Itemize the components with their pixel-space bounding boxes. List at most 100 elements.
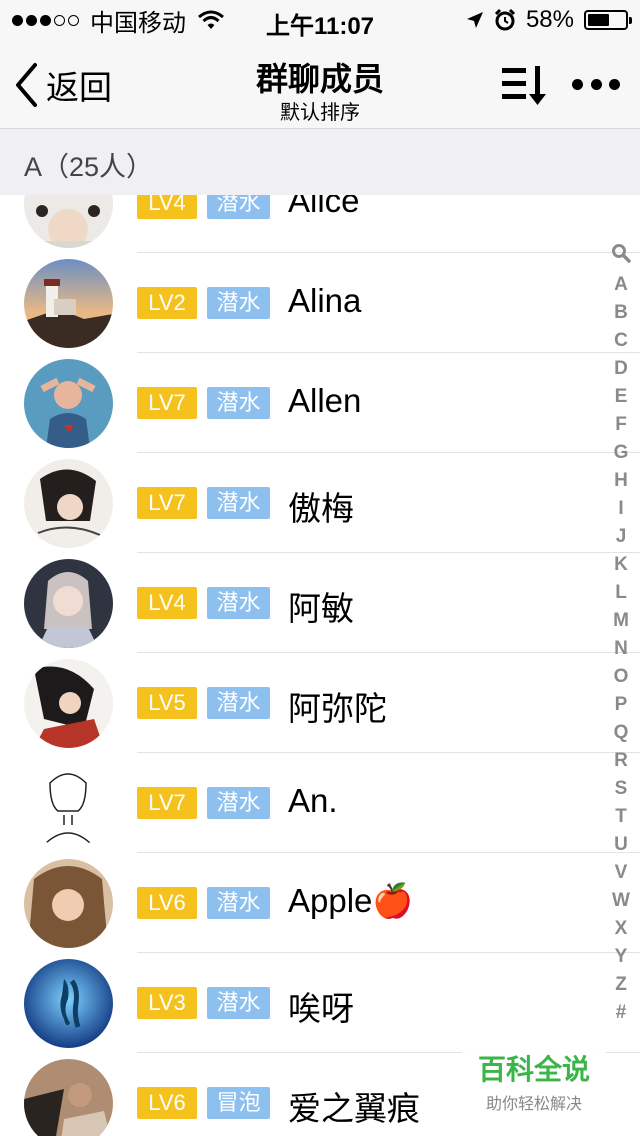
index-letter[interactable]: D [608, 355, 634, 383]
member-row[interactable]: LV4 潜水 Alice [0, 195, 640, 253]
index-letter[interactable]: I [608, 495, 634, 523]
index-letter[interactable]: K [608, 551, 634, 579]
index-letter[interactable]: L [608, 579, 634, 607]
index-letter[interactable]: X [608, 915, 634, 943]
role-badge: 潜水 [207, 487, 270, 519]
role-badge: 潜水 [207, 587, 270, 619]
member-row[interactable]: LV7 潜水 傲梅 [0, 453, 640, 553]
member-row[interactable]: LV6 潜水 Apple🍎 [0, 853, 640, 953]
member-row[interactable]: LV7 潜水 Allen [0, 353, 640, 453]
role-badge: 潜水 [207, 987, 270, 1019]
index-letter[interactable]: U [608, 831, 634, 859]
role-badge: 潜水 [207, 687, 270, 719]
level-badge: LV7 [137, 387, 197, 419]
role-badge: 冒泡 [207, 1087, 270, 1119]
avatar[interactable] [24, 1059, 113, 1136]
avatar[interactable] [24, 459, 113, 548]
status-right: 58% [456, 6, 632, 34]
index-letter[interactable]: Z [608, 971, 634, 999]
battery-percent: 58% [525, 6, 574, 33]
avatar[interactable] [24, 759, 113, 848]
member-name: Alina [288, 282, 362, 319]
location-arrow-icon [466, 12, 483, 28]
member-row[interactable]: LV2 潜水 Alina [0, 253, 640, 353]
index-letter[interactable]: E [608, 383, 634, 411]
alarm-clock-icon [494, 9, 516, 31]
member-rows: LV4 潜水 Alice LV2 潜水 Alina LV7 潜水 Allen LV7 潜水 傲梅 LV4… [0, 195, 640, 1136]
back-label: 返回 [46, 69, 112, 106]
level-badge: LV4 [137, 587, 197, 619]
index-letter[interactable]: Y [608, 943, 634, 971]
index-letter[interactable]: O [608, 663, 634, 691]
avatar[interactable] [24, 959, 113, 1048]
level-badge: LV5 [137, 687, 197, 719]
index-letter[interactable]: N [608, 635, 634, 663]
role-badge: 潜水 [207, 887, 270, 919]
index-search-icon[interactable] [608, 243, 634, 271]
alphabet-index[interactable]: A B C D E F G H I J K L M N O P Q R S T U V W X Y Z # [608, 243, 634, 1027]
dot-icon [572, 78, 583, 90]
member-list[interactable]: LV4 潜水 Alice LV2 潜水 Alina LV7 潜水 Allen LV7 潜水 傲梅 LV4… [0, 195, 640, 1136]
index-letter[interactable]: A [608, 271, 634, 299]
level-badge: LV3 [137, 987, 197, 1019]
role-badge: 潜水 [207, 387, 270, 419]
role-badge: 潜水 [207, 287, 270, 319]
avatar[interactable] [24, 195, 113, 248]
avatar[interactable] [24, 259, 113, 348]
avatar[interactable] [24, 559, 113, 648]
index-letter[interactable]: P [608, 691, 634, 719]
index-letter[interactable]: G [608, 439, 634, 467]
back-chevron-icon [16, 63, 37, 107]
member-name: 阿弥陀 [288, 690, 387, 727]
member-name: 爱之翼痕 [288, 1090, 420, 1127]
role-badge: 潜水 [207, 195, 270, 219]
navigation-bar: 返回 群聊成员 默认排序 [0, 40, 640, 129]
member-name: Allen [288, 382, 362, 419]
level-badge: LV7 [137, 787, 197, 819]
index-letter[interactable]: # [608, 999, 634, 1027]
member-name: Alice [288, 195, 360, 219]
avatar[interactable] [24, 659, 113, 748]
index-letter[interactable]: C [608, 327, 634, 355]
index-letter[interactable]: B [608, 299, 634, 327]
member-name: 阿敏 [288, 590, 354, 627]
battery-icon [584, 10, 632, 30]
back-button[interactable]: 返回 [14, 62, 112, 108]
level-badge: LV2 [137, 287, 197, 319]
role-badge: 潜水 [207, 787, 270, 819]
member-name: Apple🍎 [288, 882, 414, 919]
member-name: An. [288, 782, 338, 819]
index-letter[interactable]: H [608, 467, 634, 495]
index-letter[interactable]: M [608, 607, 634, 635]
member-row[interactable]: LV7 潜水 An. [0, 753, 640, 853]
watermark: 百科全说 助你轻松解决 [462, 1042, 606, 1118]
level-badge: LV6 [137, 1087, 197, 1119]
member-row[interactable]: LV3 潜水 唉呀 [0, 953, 640, 1053]
index-letter[interactable]: Q [608, 719, 634, 747]
level-badge: LV6 [137, 887, 197, 919]
watermark-subtitle: 助你轻松解决 [485, 1096, 582, 1113]
status-bar: 中国移动 上午11:07 58% [0, 0, 640, 40]
sort-list-icon [502, 66, 546, 105]
dot-icon [609, 78, 620, 90]
index-letter[interactable]: S [608, 775, 634, 803]
more-options-button[interactable] [572, 74, 620, 94]
index-letter[interactable]: J [608, 523, 634, 551]
member-name: 唉呀 [288, 990, 354, 1027]
level-badge: LV7 [137, 487, 197, 519]
member-name: 傲梅 [288, 490, 354, 527]
level-badge: LV4 [137, 195, 197, 219]
battery-level [588, 14, 609, 26]
avatar[interactable] [24, 859, 113, 948]
index-letter[interactable]: V [608, 859, 634, 887]
index-letter[interactable]: T [608, 803, 634, 831]
member-row[interactable]: LV4 潜水 阿敏 [0, 553, 640, 653]
index-letter[interactable]: F [608, 411, 634, 439]
member-row[interactable]: LV5 潜水 阿弥陀 [0, 653, 640, 753]
section-header-label: A（25人） [24, 152, 154, 182]
section-header: A（25人） [0, 129, 640, 195]
index-letter[interactable]: R [608, 747, 634, 775]
index-letter[interactable]: W [608, 887, 634, 915]
avatar[interactable] [24, 359, 113, 448]
sort-button[interactable] [500, 64, 550, 106]
